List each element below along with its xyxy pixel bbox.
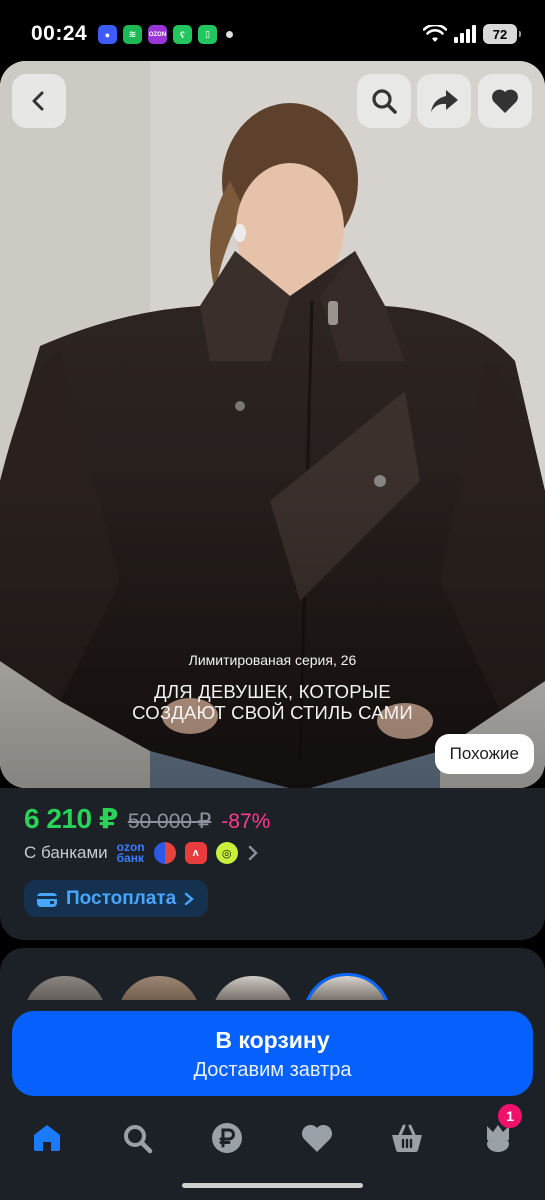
back-arrow-icon bbox=[32, 91, 44, 111]
nav-profile[interactable]: 1 bbox=[478, 1104, 522, 1158]
hero-headline-line2: СОЗДАЮТ СВОЙ СТИЛЬ САМИ bbox=[132, 702, 413, 723]
banks-label: С банками bbox=[24, 843, 108, 862]
wallet-icon bbox=[37, 892, 57, 907]
signal-icon bbox=[454, 25, 476, 43]
notification-app-icons: ● ≋ OZON ʕ ▯ bbox=[98, 25, 217, 44]
share-button[interactable] bbox=[417, 74, 471, 128]
product-photo[interactable] bbox=[0, 61, 545, 788]
postpay-label: Постоплата bbox=[66, 887, 177, 909]
hero-headline-line1: ДЛЯ ДЕВУШЕК, КОТОРЫЕ bbox=[154, 681, 391, 702]
search-icon bbox=[124, 1125, 153, 1154]
chevron-right-icon bbox=[185, 892, 195, 905]
favorite-button[interactable] bbox=[478, 74, 532, 128]
nav-favorites[interactable] bbox=[297, 1118, 337, 1158]
max-icon: ● bbox=[98, 25, 117, 44]
discount-badge: -87% bbox=[221, 810, 271, 833]
ozon-icon: OZON bbox=[148, 25, 167, 44]
product-info-card: 6 210 ₽ 50 000 ₽ -87% С банками ozon бан… bbox=[0, 788, 545, 940]
price-row: 6 210 ₽ 50 000 ₽ -87% bbox=[24, 802, 270, 835]
product-image-gallery[interactable]: Лимитированая серия, 26 ДЛЯ ДЕВУШЕК, КОТ… bbox=[0, 61, 545, 788]
nav-finance[interactable] bbox=[207, 1118, 247, 1158]
cart-panel: В корзину Доставим завтра bbox=[0, 1000, 545, 1200]
phone-cleaner-icon: ▯ bbox=[198, 25, 217, 44]
add-to-cart-label: В корзину bbox=[215, 1027, 330, 1053]
heart-icon bbox=[492, 89, 518, 113]
nav-home[interactable] bbox=[27, 1118, 67, 1158]
delivery-label: Доставим завтра bbox=[193, 1059, 352, 1081]
status-bar: 00:24 ● ≋ OZON ʕ ▯ 72 bbox=[0, 0, 545, 64]
share-icon bbox=[431, 90, 458, 112]
home-indicator[interactable] bbox=[182, 1183, 363, 1188]
postpay-button[interactable]: Постоплата bbox=[24, 880, 209, 917]
basket-icon bbox=[392, 1124, 422, 1152]
status-right: 72 bbox=[423, 24, 521, 44]
more-notifications-dot bbox=[226, 31, 233, 38]
alfa-bank-icon: ᴧ bbox=[184, 842, 207, 864]
search-icon bbox=[372, 89, 397, 114]
home-icon bbox=[34, 1125, 60, 1151]
hero-headline: ДЛЯ ДЕВУШЕК, КОТОРЫЕ СОЗДАЮТ СВОЙ СТИЛЬ … bbox=[0, 681, 545, 723]
nav-search[interactable] bbox=[117, 1118, 157, 1158]
ruble-icon bbox=[212, 1123, 242, 1153]
ozon-bank-logo: ozon банк bbox=[116, 840, 145, 865]
sovcombank-icon bbox=[153, 842, 176, 864]
chevron-right-icon bbox=[248, 845, 258, 861]
battery-indicator: 72 bbox=[483, 24, 521, 44]
search-button[interactable] bbox=[357, 74, 411, 128]
heart-icon bbox=[301, 1124, 333, 1152]
cart-count-badge: 1 bbox=[498, 1104, 522, 1128]
wifi-icon bbox=[423, 25, 447, 42]
add-to-cart-button[interactable]: В корзину Доставим завтра bbox=[12, 1011, 533, 1096]
spotify-icon: ≋ bbox=[123, 25, 142, 44]
nav-cart[interactable] bbox=[387, 1118, 427, 1158]
back-button[interactable] bbox=[12, 74, 66, 128]
bear-app-icon: ʕ bbox=[173, 25, 192, 44]
bank-ring-icon: ◎ bbox=[215, 842, 238, 864]
old-price: 50 000 ₽ bbox=[127, 810, 212, 833]
status-time: 00:24 bbox=[31, 22, 88, 45]
collection-caption: Лимитированая серия, 26 bbox=[188, 652, 357, 668]
bank-offers-row[interactable]: С банками ozon банк ᴧ ◎ bbox=[24, 840, 259, 865]
similar-products-button[interactable]: Похожие bbox=[434, 734, 534, 774]
current-price: 6 210 ₽ bbox=[24, 803, 118, 834]
